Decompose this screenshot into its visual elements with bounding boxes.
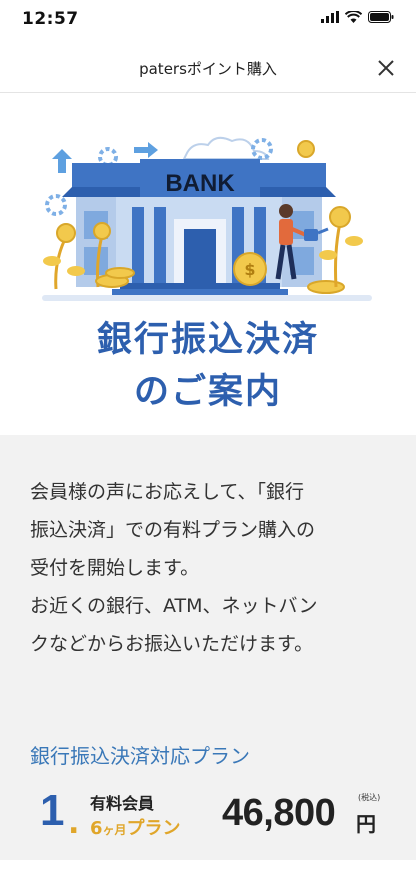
- bank-sign-text: BANK: [165, 170, 235, 197]
- plan-tax-note: (税込): [358, 793, 381, 802]
- signal-icon: [321, 11, 339, 23]
- bank-illustration: BANK $: [42, 136, 372, 301]
- intro-text: 会員様の声にお応えして、「銀行 振込決済」での有料プラン購入の 受付を開始します…: [30, 473, 390, 663]
- close-icon: [378, 60, 394, 76]
- plan-duration-suffix: プラン: [126, 818, 181, 839]
- bottom-spacer: [0, 860, 416, 870]
- info-section: 会員様の声にお応えして、「銀行 振込決済」での有料プラン購入の 受付を開始します…: [0, 435, 416, 860]
- intro-line: 受付を開始します。: [30, 557, 200, 579]
- plan-currency: 円: [356, 812, 376, 836]
- intro-line: 会員様の声にお応えして、「銀行: [30, 481, 304, 503]
- hero-title-line2: のご案内: [133, 372, 282, 412]
- plan-duration-number: 6: [90, 818, 103, 839]
- wifi-icon: [345, 11, 362, 23]
- plan-price: 46,800: [222, 792, 336, 834]
- plan-item[interactable]: 1 . 有料会員 6ヶ月プラン 46,800 (税込) 円: [40, 786, 390, 846]
- intro-line: 振込決済」での有料プラン購入の: [30, 519, 316, 541]
- battery-icon: [368, 11, 394, 23]
- page-title: patersポイント購入: [139, 60, 277, 78]
- page-header: patersポイント購入: [0, 44, 416, 93]
- hero-section: BANK $ 銀行振込決済 のご案内: [0, 93, 416, 435]
- plans-heading: 銀行振込決済対応プラン: [30, 744, 250, 768]
- svg-text:$: $: [244, 260, 255, 279]
- close-button[interactable]: [372, 54, 400, 82]
- plan-number: 1: [40, 786, 65, 835]
- plan-number-dot: .: [68, 806, 80, 841]
- intro-line: お近くの銀行、ATM、ネットバン: [30, 595, 318, 617]
- hero-title-line1: 銀行振込決済: [96, 320, 319, 360]
- status-time: 12:57: [22, 9, 79, 29]
- status-bar: 12:57: [0, 0, 416, 40]
- plan-duration-unit: ヶ月: [102, 823, 127, 837]
- intro-line: クなどからお振込いただけます。: [30, 633, 314, 655]
- status-icons: [321, 11, 394, 23]
- plan-name: 有料会員: [90, 794, 155, 813]
- plan-duration: 6ヶ月プラン: [90, 814, 181, 840]
